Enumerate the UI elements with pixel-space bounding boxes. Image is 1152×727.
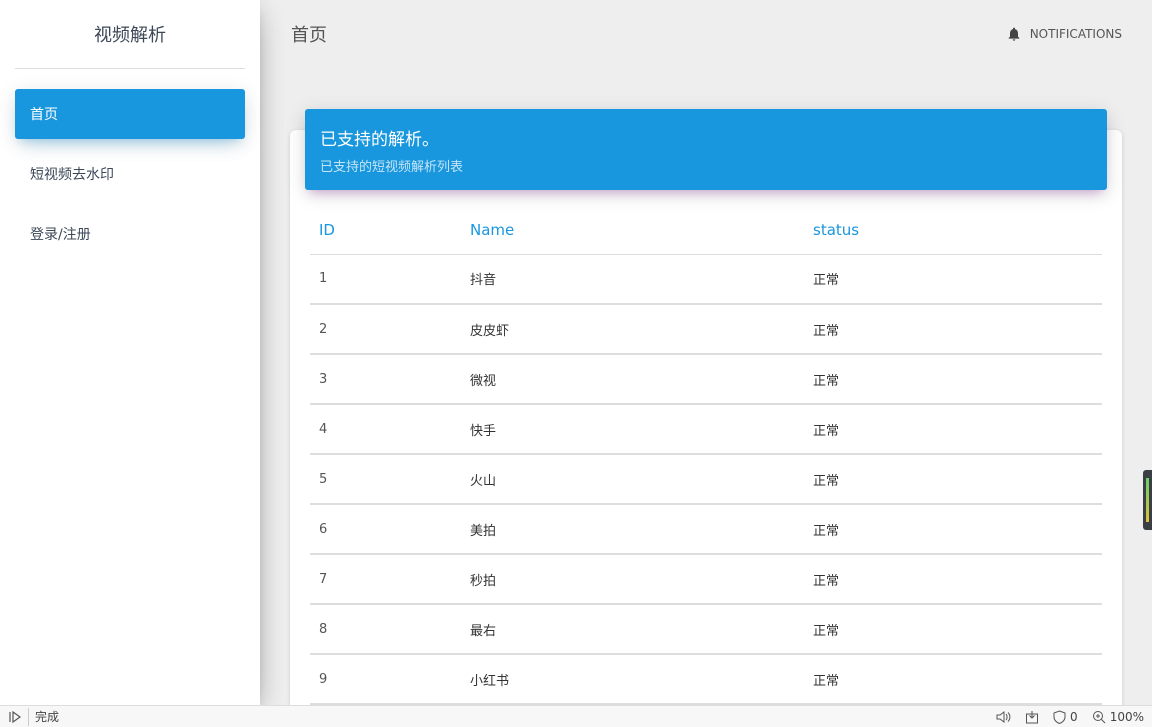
table-row: 6 美拍 正常	[310, 504, 1102, 555]
table-header-row: ID Name status	[310, 206, 1102, 255]
table-row: 5 火山 正常	[310, 454, 1102, 505]
cell-id: 5	[310, 454, 461, 505]
browser-status-bar: 完成 0 100%	[0, 705, 1152, 727]
top-navbar: 首页 NOTIFICATIONS	[260, 0, 1152, 68]
column-header-status: status	[804, 206, 1102, 255]
download-icon[interactable]	[1025, 710, 1039, 724]
cell-status: 正常	[804, 354, 1102, 405]
cell-status: 正常	[804, 654, 1102, 705]
cell-status: 正常	[804, 554, 1102, 605]
column-header-name: Name	[461, 206, 804, 255]
table-row: 4 快手 正常	[310, 404, 1102, 455]
sidebar-nav: 首页 短视频去水印 登录/注册	[0, 69, 260, 259]
cell-status: 正常	[804, 454, 1102, 505]
cell-name: 秒拍	[461, 554, 804, 605]
zoom-in-icon	[1092, 710, 1106, 723]
table-row: 3 微视 正常	[310, 354, 1102, 405]
adblock-count: 0	[1070, 709, 1078, 724]
sidebar-item-login-register[interactable]: 登录/注册	[15, 209, 245, 259]
cell-status: 正常	[804, 404, 1102, 455]
sidebar: 视频解析 首页 短视频去水印 登录/注册	[0, 0, 260, 705]
cell-name: 小红书	[461, 654, 804, 705]
cell-status: 正常	[804, 604, 1102, 655]
page-title: 首页	[291, 25, 327, 46]
cell-id: 6	[310, 504, 461, 555]
cell-id: 9	[310, 654, 461, 705]
cell-id: 3	[310, 354, 461, 405]
cell-status: 正常	[804, 504, 1102, 555]
adblock-shield-icon	[1053, 709, 1066, 724]
card-subtitle: 已支持的短视频解析列表	[320, 160, 464, 175]
cell-name: 抖音	[461, 254, 804, 305]
card-title: 已支持的解析。	[320, 130, 439, 150]
bell-icon	[1008, 27, 1020, 41]
table-row: 1 抖音 正常	[310, 254, 1102, 305]
cell-name: 美拍	[461, 504, 804, 555]
table-row: 9 小红书 正常	[310, 654, 1102, 705]
cell-name: 皮皮虾	[461, 304, 804, 355]
table-row: 8 最右 正常	[310, 604, 1102, 655]
cell-name: 快手	[461, 404, 804, 455]
parsers-table: ID Name status 1 抖音 正常 2 皮皮虾 正常 3 微视 正常 4 快手 正常 …	[310, 206, 1102, 705]
cell-name: 最右	[461, 604, 804, 655]
cell-id: 8	[310, 604, 461, 655]
cell-name: 微视	[461, 354, 804, 405]
cell-id: 7	[310, 554, 461, 605]
speaker-icon[interactable]	[995, 710, 1011, 724]
cell-status: 正常	[804, 304, 1102, 355]
notifications-button[interactable]: NOTIFICATIONS	[1006, 26, 1122, 42]
brand-logo-text[interactable]: 视频解析	[15, 0, 245, 69]
column-header-id: ID	[310, 206, 461, 255]
cell-name: 火山	[461, 454, 804, 505]
table-row: 2 皮皮虾 正常	[310, 304, 1102, 355]
status-text: 完成	[35, 710, 60, 724]
notifications-label: NOTIFICATIONS	[1029, 27, 1122, 41]
table-row: 7 秒拍 正常	[310, 554, 1102, 605]
sidebar-item-watermark-removal[interactable]: 短视频去水印	[15, 149, 245, 199]
cell-id: 1	[310, 254, 461, 305]
cell-id: 2	[310, 304, 461, 355]
zoom-level: 100%	[1109, 709, 1144, 724]
zoom-control[interactable]: 100%	[1092, 710, 1144, 724]
sidebar-item-home[interactable]: 首页	[15, 89, 245, 139]
cell-id: 4	[310, 404, 461, 455]
adblock-indicator[interactable]: 0	[1053, 710, 1078, 724]
play-icon[interactable]	[8, 707, 29, 726]
card-header: 已支持的解析。 已支持的短视频解析列表	[305, 109, 1107, 190]
cell-status: 正常	[804, 254, 1102, 305]
fixed-plugin-handle[interactable]	[1143, 470, 1152, 530]
